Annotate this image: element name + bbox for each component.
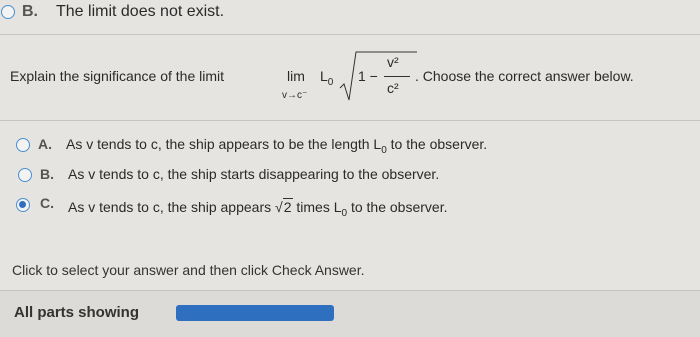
limit-subscript: v→c⁻ — [282, 90, 308, 101]
option-a-text-after: to the observer. — [386, 136, 488, 152]
option-b-top-letter: B. — [22, 3, 38, 20]
instruction-text: Click to select your answer and then cli… — [12, 262, 365, 278]
divider-mid — [0, 120, 700, 121]
option-c-text-after: to the observer. — [347, 199, 448, 215]
fraction-numerator: v² — [387, 54, 399, 70]
option-c-text-before: As v tends to c, the ship appears — [68, 199, 276, 215]
option-c-radicand: 2 — [282, 198, 293, 215]
option-b-radio[interactable] — [18, 168, 32, 182]
option-c-radical: √ — [275, 199, 283, 215]
fraction-bar — [384, 76, 410, 77]
parts-progress-fill — [176, 305, 334, 321]
option-b-top-radio[interactable] — [1, 5, 15, 19]
option-a-letter: A. — [38, 136, 52, 152]
divider-top — [0, 34, 700, 35]
question-prefix: Explain the significance of the limit — [10, 68, 224, 84]
one-minus: 1 − — [358, 68, 378, 84]
option-b-top-text: The limit does not exist. — [56, 3, 225, 20]
option-c-letter: C. — [40, 195, 54, 211]
question-suffix: . Choose the correct answer below. — [415, 68, 634, 84]
question: Explain the significance of the limit li… — [10, 50, 700, 110]
option-a-radio[interactable] — [16, 138, 30, 152]
fraction-denominator: c² — [387, 80, 399, 96]
option-a-text[interactable]: As v tends to c, the ship appears to be … — [66, 136, 488, 156]
option-b-text[interactable]: As v tends to c, the ship starts disappe… — [68, 166, 439, 182]
option-c-text[interactable]: As v tends to c, the ship appears √2 tim… — [68, 198, 448, 219]
limit-L: L0 — [320, 68, 333, 88]
option-c-text-mid: times L — [292, 199, 342, 215]
option-c-radio[interactable] — [16, 198, 30, 212]
parts-progress-bar — [176, 305, 334, 321]
limit-lim: lim — [287, 68, 305, 84]
all-parts-label: All parts showing — [14, 304, 140, 321]
option-a-text-before: As v tends to c, the ship appears to be … — [66, 136, 382, 152]
limit-L-letter: L — [320, 68, 328, 84]
option-c-sub: 0 — [341, 208, 348, 219]
option-b-letter: B. — [40, 166, 54, 182]
limit-L-sub: 0 — [327, 77, 334, 88]
option-a-sub: 0 — [381, 145, 387, 156]
